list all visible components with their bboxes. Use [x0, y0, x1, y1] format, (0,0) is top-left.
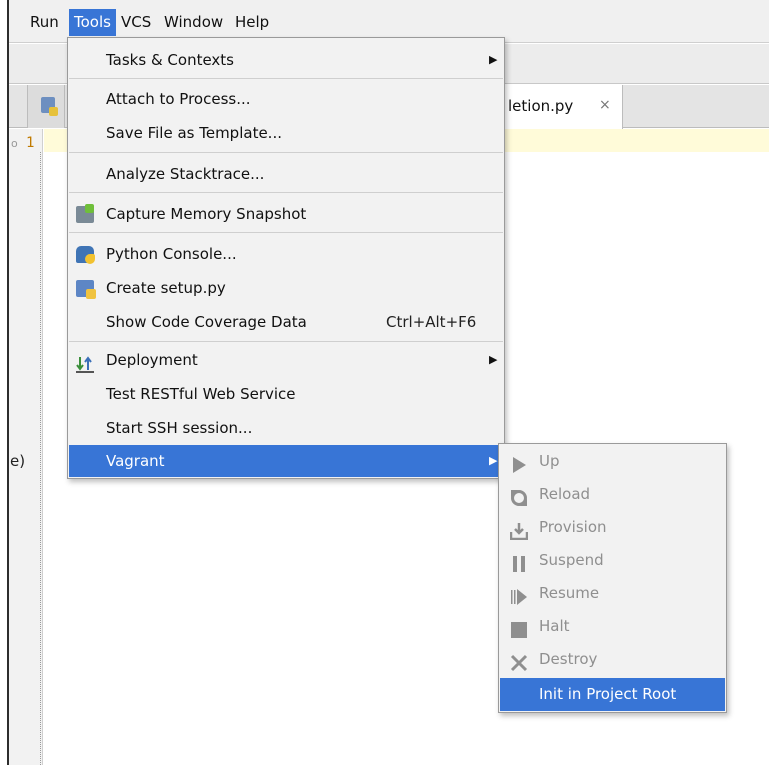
editor-side-text: e) — [10, 452, 26, 470]
menu-help[interactable]: Help — [230, 9, 274, 36]
gutter-marker: o — [11, 137, 18, 150]
menu-item-start-ssh[interactable]: Start SSH session... — [69, 412, 503, 444]
menu-item-label: Capture Memory Snapshot — [106, 205, 307, 223]
menu-separator — [69, 152, 503, 153]
vagrant-item-up[interactable]: Up — [500, 445, 725, 478]
play-icon — [510, 453, 528, 473]
menu-item-label: Python Console... — [106, 245, 237, 263]
menu-separator — [69, 192, 503, 193]
menu-item-label: Analyze Stacktrace... — [106, 165, 265, 183]
setup-py-icon — [76, 280, 96, 299]
menu-item-capture-memory-snapshot[interactable]: Capture Memory Snapshot — [69, 198, 503, 230]
menu-separator — [69, 232, 503, 233]
vagrant-item-suspend[interactable]: Suspend — [500, 544, 725, 577]
submenu-item-label: Destroy — [539, 650, 598, 668]
menu-item-python-console[interactable]: Python Console... — [69, 238, 503, 270]
menu-tools[interactable]: Tools — [69, 9, 116, 36]
menu-item-show-code-coverage[interactable]: Show Code Coverage Data Ctrl+Alt+F6 — [69, 306, 503, 338]
tools-menu: Tasks & Contexts ▶ Attach to Process... … — [67, 37, 505, 479]
menu-item-shortcut: Ctrl+Alt+F6 — [386, 313, 477, 331]
tab-close-icon[interactable]: × — [599, 97, 611, 113]
editor-tab-active[interactable]: letion.py × — [504, 85, 623, 129]
menu-item-label: Tasks & Contexts — [106, 51, 234, 69]
menu-item-create-setup-py[interactable]: Create setup.py — [69, 272, 503, 304]
menu-item-attach-to-process[interactable]: Attach to Process... — [69, 83, 503, 115]
vagrant-item-init-project-root[interactable]: Init in Project Root — [500, 678, 725, 711]
submenu-item-label: Provision — [539, 518, 607, 536]
menu-item-label: Deployment — [106, 351, 198, 369]
menu-item-label: Save File as Template... — [106, 124, 282, 142]
menu-item-label: Start SSH session... — [106, 419, 253, 437]
menu-item-vagrant[interactable]: Vagrant ▶ — [69, 445, 503, 477]
submenu-arrow-icon: ▶ — [489, 454, 498, 467]
vagrant-submenu: Up Reload Provision Suspend Resume Halt — [498, 443, 727, 713]
menu-separator — [69, 78, 503, 79]
submenu-item-label: Resume — [539, 584, 600, 602]
pause-icon — [510, 552, 528, 572]
resume-icon — [510, 585, 528, 605]
menu-item-test-restful[interactable]: Test RESTful Web Service — [69, 378, 503, 410]
vagrant-item-halt[interactable]: Halt — [500, 610, 725, 643]
vagrant-item-resume[interactable]: Resume — [500, 577, 725, 610]
menu-run[interactable]: Run — [25, 9, 64, 36]
menu-item-save-file-as-template[interactable]: Save File as Template... — [69, 117, 503, 149]
tab-label: letion.py — [508, 97, 574, 115]
line-number: 1 — [26, 135, 35, 151]
menu-window[interactable]: Window — [159, 9, 228, 36]
submenu-item-label: Up — [539, 452, 560, 470]
submenu-arrow-icon: ▶ — [489, 353, 498, 366]
python-file-icon — [41, 97, 58, 116]
editor-gutter — [9, 129, 43, 765]
vagrant-item-destroy[interactable]: Destroy — [500, 643, 725, 676]
deployment-icon — [76, 352, 94, 373]
menu-item-label: Test RESTful Web Service — [106, 385, 296, 403]
menu-item-label: Attach to Process... — [106, 90, 251, 108]
editor-tab-python-file[interactable] — [27, 85, 65, 128]
menu-vcs[interactable]: VCS — [116, 9, 156, 36]
provision-icon — [509, 519, 529, 541]
menu-item-label: Create setup.py — [106, 279, 226, 297]
reload-icon — [510, 486, 528, 506]
memory-snapshot-icon — [76, 204, 94, 223]
python-console-icon — [76, 246, 95, 264]
menu-item-analyze-stacktrace[interactable]: Analyze Stacktrace... — [69, 158, 503, 190]
vagrant-item-provision[interactable]: Provision — [500, 511, 725, 544]
indent-guide — [40, 152, 41, 765]
submenu-item-label: Reload — [539, 485, 591, 503]
submenu-item-label: Halt — [539, 617, 570, 635]
menu-item-label: Show Code Coverage Data — [106, 313, 307, 331]
submenu-item-label: Suspend — [539, 551, 604, 569]
close-icon — [510, 651, 528, 672]
submenu-arrow-icon: ▶ — [489, 53, 498, 66]
vagrant-item-reload[interactable]: Reload — [500, 478, 725, 511]
menu-item-tasks-contexts[interactable]: Tasks & Contexts ▶ — [69, 44, 503, 76]
menu-separator — [69, 341, 503, 342]
stop-icon — [510, 618, 528, 638]
menu-item-label: Vagrant — [106, 452, 165, 470]
submenu-item-label: Init in Project Root — [539, 685, 677, 703]
menu-item-deployment[interactable]: Deployment ▶ — [69, 344, 503, 376]
